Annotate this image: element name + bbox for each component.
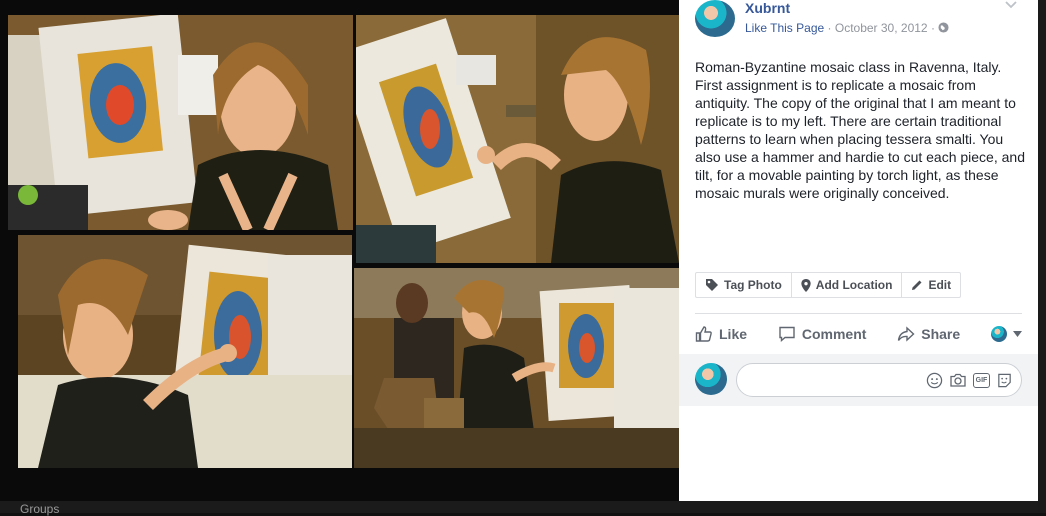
like-label: Like [719,326,748,342]
emoji-icon[interactable] [926,372,943,389]
photo-bottom-right-image [354,268,679,468]
edit-button[interactable]: Edit [902,273,960,297]
post-meta: Like This Page · October 30, 2012 · [745,21,949,35]
photo-top-right-image [356,15,679,263]
chevron-down-icon[interactable] [1005,0,1017,10]
page-avatar[interactable] [695,0,735,37]
user-avatar [695,363,727,395]
tag-icon [705,278,719,292]
post-actions-bar: Like Comment Share [695,320,1022,348]
edit-label: Edit [928,278,952,292]
audience-selector[interactable] [990,326,1022,342]
photo-bottom-left[interactable] [18,235,352,468]
like-page-link[interactable]: Like This Page [745,21,824,35]
gif-label: GIF [975,377,988,384]
location-pin-icon [801,278,811,292]
globe-icon [938,22,949,33]
photo-bottom-left-image [18,235,352,468]
comment-input[interactable]: GIF [736,363,1022,397]
divider [695,313,1022,314]
thumbs-up-icon [695,325,713,343]
photo-top-left-image [8,15,353,230]
photo-top-right[interactable] [356,15,679,263]
meta-separator: · [930,21,935,35]
share-label: Share [921,326,961,342]
audience-avatar [990,326,1007,342]
post-date[interactable]: October 30, 2012 [835,21,928,35]
gif-icon[interactable]: GIF [973,373,990,388]
photo-bottom-right[interactable] [354,268,679,468]
comment-icon [778,325,796,343]
tag-photo-label: Tag Photo [724,278,782,292]
photo-viewer [0,0,679,513]
caret-down-icon [1012,331,1022,337]
meta-separator: · [827,21,832,35]
add-location-button[interactable]: Add Location [792,273,903,297]
share-icon [897,325,915,343]
post-caption: Roman-Byzantine mosaic class in Ravenna,… [695,59,1025,201]
comment-input-icons: GIF [926,372,1013,389]
like-button[interactable]: Like [695,325,747,343]
comment-label: Comment [801,326,867,342]
share-button[interactable]: Share [897,325,960,343]
panel-gap [1038,0,1046,513]
sticker-icon[interactable] [996,372,1013,389]
photo-action-bar: Tag Photo Add Location Edit [695,272,962,298]
pencil-icon [911,279,923,291]
page-name-link[interactable]: Xubrnt [745,0,790,16]
bottom-strip [0,501,1046,513]
tag-photo-button[interactable]: Tag Photo [696,273,792,297]
camera-icon[interactable] [949,372,967,389]
comment-button[interactable]: Comment [778,325,867,343]
sidebar-groups-label[interactable]: Groups [20,502,59,516]
photo-top-left[interactable] [8,15,353,230]
add-location-label: Add Location [815,278,893,292]
